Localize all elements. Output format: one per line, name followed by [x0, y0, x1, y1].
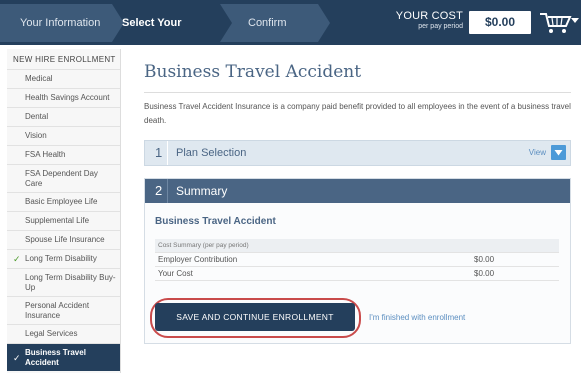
sidebar-item-label: FSA Health: [25, 150, 66, 159]
sidebar-item-label: Vision: [25, 131, 47, 140]
sidebar-item-label: Dental: [25, 112, 49, 121]
main-content: Business Travel Accident Business Travel…: [144, 62, 571, 344]
expand-button[interactable]: [551, 145, 566, 160]
step-your-information[interactable]: Your Information: [0, 4, 124, 42]
cost-row-value: $0.00: [471, 266, 559, 281]
panel-divider: [167, 179, 168, 203]
your-cost-subtitle: per pay period: [418, 23, 463, 30]
table-row: Your Cost $0.00: [155, 266, 559, 281]
caret-down-icon: [571, 18, 579, 23]
cost-row-value: $0.00: [471, 252, 559, 267]
view-link[interactable]: View: [529, 148, 546, 157]
save-and-continue-button[interactable]: SAVE AND CONTINUE ENROLLMENT: [155, 303, 355, 331]
your-cost-title: YOUR COST: [395, 10, 463, 22]
sidebar-item[interactable]: Personal Accident Insurance: [7, 296, 120, 324]
chevron-down-icon: [554, 150, 563, 156]
cart-button[interactable]: [538, 10, 579, 36]
plan-selection-title: Plan Selection: [176, 147, 247, 159]
sidebar-item[interactable]: Long Term Disability Buy-Up: [7, 268, 120, 296]
sidebar-item-label: Supplemental Life: [25, 216, 90, 225]
sidebar-header: NEW HIRE ENROLLMENT: [13, 55, 116, 64]
step-confirm[interactable]: Confirm: [220, 4, 330, 42]
sidebar-item[interactable]: ✓ Business Travel Accident: [7, 343, 120, 371]
sidebar-item[interactable]: Dental: [7, 107, 120, 126]
sidebar-item[interactable]: FSA Dependent Day Care: [7, 164, 120, 192]
panel-divider: [167, 141, 168, 165]
plan-selection-panel[interactable]: 1 Plan Selection View: [144, 140, 571, 166]
sidebar-item-label: Legal Services: [25, 329, 78, 338]
cost-summary-header: Cost Summary (per pay period): [155, 239, 559, 253]
top-bar: Your Information Select Your Benefits Co…: [0, 0, 581, 67]
sidebar-item-label: Spouse Life Insurance: [25, 235, 105, 244]
sidebar-item[interactable]: ✓ Long Term Disability: [7, 249, 120, 268]
page-title: Business Travel Accident: [144, 62, 362, 82]
sidebar-item[interactable]: Supplemental Life: [7, 211, 120, 230]
sidebar-item-label: Long Term Disability: [25, 254, 97, 263]
sidebar-item[interactable]: Basic Employee Life: [7, 192, 120, 211]
your-cost-label: YOUR COST per pay period: [395, 10, 463, 30]
sidebar-list: Medical Health Savings Account Dental Visio…: [7, 69, 120, 371]
sidebar-item-label: Long Term Disability Buy-Up: [25, 272, 116, 292]
summary-title: Summary: [176, 184, 228, 198]
summary-header: 2 Summary: [145, 179, 570, 203]
sidebar-item-label: Business Travel Accident: [25, 347, 86, 367]
cost-row-label: Your Cost: [155, 266, 471, 281]
sidebar-item-label: Personal Accident Insurance: [25, 300, 90, 320]
summary-plan-name: Business Travel Accident: [155, 216, 276, 227]
page-description: Business Travel Accident Insurance is a …: [144, 102, 571, 125]
progress-steps: Your Information Select Your Benefits Co…: [0, 4, 360, 67]
title-divider: [144, 92, 571, 93]
checkmark-icon: ✓: [13, 352, 21, 363]
plan-selection-number: 1: [155, 145, 163, 160]
cost-row-label: Employer Contribution: [155, 252, 471, 267]
sidebar: NEW HIRE ENROLLMENT Medical Health Saving…: [7, 49, 121, 373]
cost-summary-table: Cost Summary (per pay period) Employer C…: [155, 239, 559, 281]
finished-enrollment-link[interactable]: I'm finished with enrollment: [369, 313, 465, 322]
step-select-your-benefits[interactable]: Select Your Benefits: [112, 4, 220, 67]
sidebar-item-label: FSA Dependent Day Care: [25, 168, 98, 188]
sidebar-item-label: Medical: [25, 74, 53, 83]
summary-panel: 2 Summary Business Travel Accident Cost …: [144, 178, 571, 344]
summary-number: 2: [155, 183, 163, 198]
sidebar-item-label: Basic Employee Life: [25, 197, 98, 206]
sidebar-item[interactable]: Spouse Life Insurance: [7, 230, 120, 249]
checkmark-icon: ✓: [13, 254, 21, 264]
sidebar-item[interactable]: Legal Services: [7, 324, 120, 343]
table-row: Employer Contribution $0.00: [155, 252, 559, 267]
sidebar-item[interactable]: FSA Health: [7, 145, 120, 164]
cost-summary-header-row: Cost Summary (per pay period): [155, 239, 559, 253]
your-cost-value: $0.00: [469, 11, 531, 34]
sidebar-item[interactable]: Health Savings Account: [7, 88, 120, 107]
sidebar-item-label: Health Savings Account: [25, 93, 110, 102]
sidebar-item[interactable]: Medical: [7, 69, 120, 88]
sidebar-item[interactable]: Vision: [7, 126, 120, 145]
